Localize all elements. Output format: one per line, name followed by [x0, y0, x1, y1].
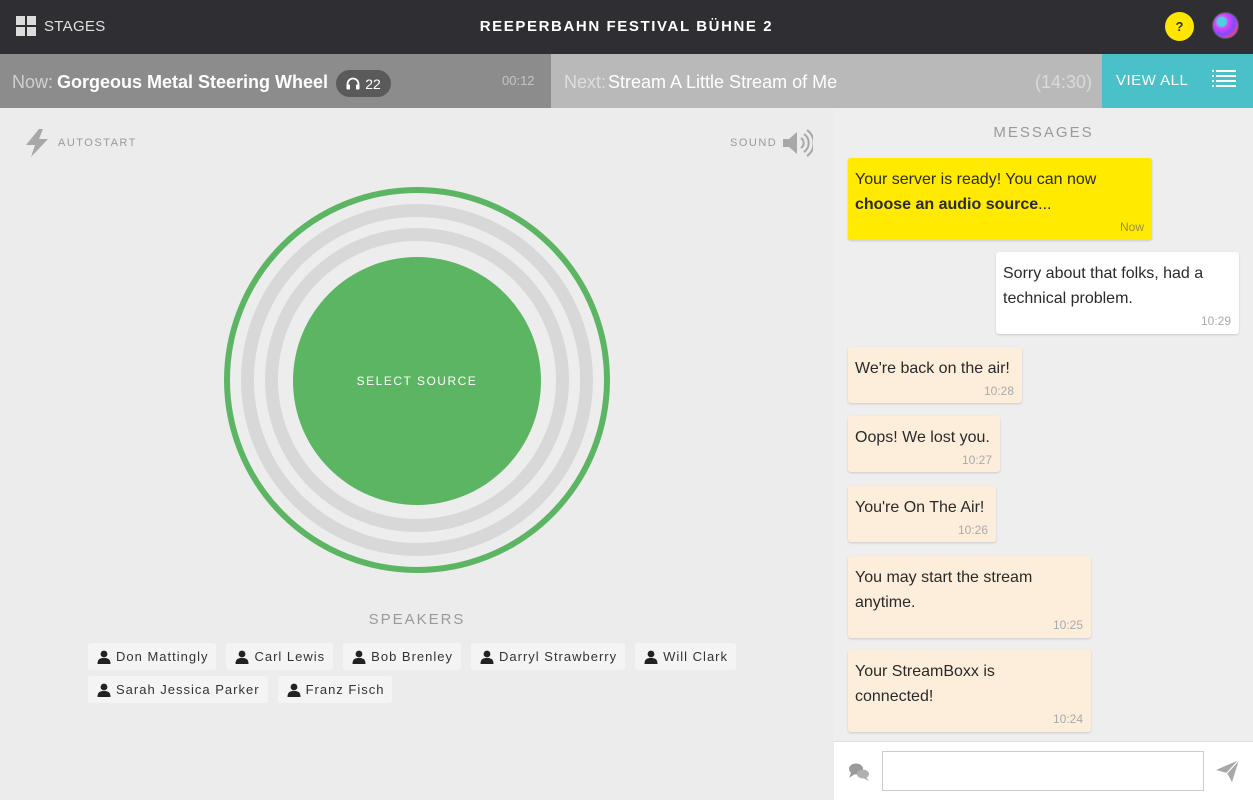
- message-text: You may start the stream anytime.: [855, 569, 1033, 611]
- speaker-name: Will Clark: [663, 649, 729, 664]
- message-text-end: ...: [1038, 196, 1052, 213]
- next-prefix: Next:: [564, 72, 607, 92]
- speaker-chip[interactable]: Don Mattingly: [88, 643, 217, 670]
- message-bubble: Your StreamBoxx is connected! 10:24: [848, 650, 1091, 732]
- speaker-name: Bob Brenley: [371, 649, 453, 664]
- chat-bubbles-icon: [849, 763, 869, 781]
- person-icon: [480, 650, 494, 664]
- message-text-bold: choose an audio source: [855, 196, 1039, 213]
- stage-title: REEPERBAHN FESTIVAL BÜHNE 2: [479, 18, 774, 35]
- person-icon: [287, 683, 301, 697]
- person-icon: [97, 650, 111, 664]
- message-time: 10:27: [961, 453, 992, 467]
- sound-label: SOUND: [730, 137, 778, 149]
- now-prefix: Now:: [12, 72, 54, 92]
- top-bar: STAGES REEPERBAHN FESTIVAL BÜHNE 2 ?: [0, 0, 1253, 54]
- message-text: Sorry about that folks, had a technical …: [1003, 265, 1204, 307]
- message-time: 10:26: [957, 523, 988, 537]
- person-icon: [235, 650, 249, 664]
- message-text: Your StreamBoxx is connected!: [855, 663, 995, 705]
- speaker-chip[interactable]: Carl Lewis: [226, 643, 334, 670]
- speaker-chip[interactable]: Franz Fisch: [277, 676, 393, 703]
- message-time: Now: [1119, 220, 1144, 234]
- autostart-label: AUTOSTART: [58, 137, 137, 149]
- chat-input-bar: [834, 741, 1253, 800]
- select-source-button[interactable]: SELECT SOURCE: [293, 257, 541, 505]
- sound-toggle[interactable]: SOUND: [730, 129, 814, 157]
- speakers-list: Don Mattingly Carl Lewis Bob Brenley Dar…: [86, 643, 766, 709]
- speakers-title: SPEAKERS: [368, 611, 466, 628]
- message-time: 10:25: [1052, 618, 1083, 632]
- message-bubble: We're back on the air! 10:28: [848, 347, 1022, 403]
- help-button[interactable]: ?: [1165, 12, 1194, 41]
- speaker-chip[interactable]: Bob Brenley: [343, 643, 461, 670]
- headphones-icon: [346, 77, 360, 90]
- person-icon: [352, 650, 366, 664]
- now-playing-bar: Now: Gorgeous Metal Steering Wheel 22 00…: [0, 54, 551, 108]
- messages-title: MESSAGES: [993, 124, 1094, 141]
- person-icon: [97, 683, 111, 697]
- message-bubble: You may start the stream anytime. 10:25: [848, 556, 1091, 638]
- speaker-name: Sarah Jessica Parker: [116, 682, 260, 697]
- speaker-chip[interactable]: Will Clark: [635, 643, 737, 670]
- speaker-chip[interactable]: Sarah Jessica Parker: [88, 676, 268, 703]
- next-title: Stream A Little Stream of Me: [608, 72, 838, 92]
- next-start-time: (14:30): [1035, 72, 1093, 92]
- now-title: Gorgeous Metal Steering Wheel: [57, 72, 329, 92]
- message-time: 10:29: [1200, 314, 1231, 328]
- now-elapsed-time: 00:12: [502, 73, 535, 88]
- autostart-toggle[interactable]: AUTOSTART: [24, 129, 137, 157]
- message-time: 10:28: [983, 384, 1014, 398]
- speaker-volume-icon: [783, 129, 814, 157]
- message-time: 10:24: [1052, 712, 1083, 726]
- chat-message-input[interactable]: [882, 751, 1204, 791]
- list-icon: [1212, 70, 1236, 87]
- message-bubble: Your server is ready! You can now choose…: [848, 158, 1152, 240]
- speaker-name: Don Mattingly: [116, 649, 209, 664]
- speaker-name: Franz Fisch: [305, 682, 385, 697]
- speaker-name: Carl Lewis: [254, 649, 326, 664]
- lightning-icon: [26, 129, 48, 157]
- message-text: Oops! We lost you.: [855, 429, 990, 446]
- message-text: You're On The Air!: [855, 499, 985, 516]
- message-text: We're back on the air!: [855, 360, 1010, 377]
- message-bubble: You're On The Air! 10:26: [848, 486, 996, 542]
- person-icon: [644, 650, 658, 664]
- speaker-name: Darryl Strawberry: [499, 649, 618, 664]
- message-text: Your server is ready! You can now: [855, 171, 1097, 188]
- avatar[interactable]: [1212, 12, 1239, 39]
- view-all-label: VIEW ALL: [1116, 72, 1189, 89]
- speaker-chip[interactable]: Darryl Strawberry: [471, 643, 626, 670]
- listener-count-badge: 22: [336, 70, 391, 97]
- send-icon[interactable]: [1216, 760, 1240, 782]
- next-up-bar: Next: Stream A Little Stream of Me (14:3…: [551, 54, 1102, 108]
- message-bubble: Sorry about that folks, had a technical …: [996, 252, 1239, 334]
- listener-count: 22: [365, 75, 381, 92]
- messages-panel: MESSAGES Your server is ready! You can n…: [834, 108, 1253, 800]
- message-bubble: Oops! We lost you. 10:27: [848, 416, 1000, 472]
- view-all-button[interactable]: VIEW ALL: [1102, 54, 1253, 108]
